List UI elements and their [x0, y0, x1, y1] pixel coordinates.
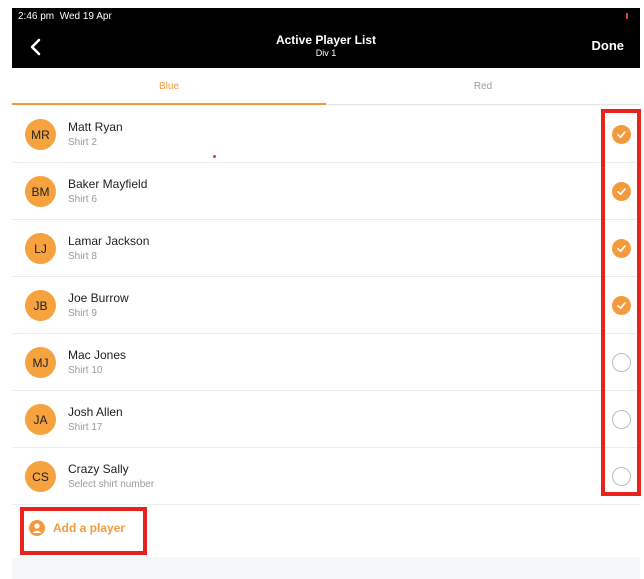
player-list: MR Matt Ryan Shirt 2 BM Baker Mayfield Shirt …: [12, 106, 640, 505]
page-subtitle: Div 1: [315, 48, 337, 58]
avatar: BM: [25, 176, 56, 207]
player-shirt: Shirt 17: [68, 422, 103, 433]
tab-red[interactable]: Red: [326, 68, 640, 104]
player-row[interactable]: JA Josh Allen Shirt 17: [12, 391, 640, 448]
player-name: Mac Jones: [68, 348, 127, 362]
avatar: MR: [25, 119, 56, 150]
red-dot-marker: [213, 155, 216, 158]
player-name: Lamar Jackson: [68, 234, 150, 248]
player-shirt: Shirt 10: [68, 365, 103, 376]
player-shirt: Shirt 2: [68, 137, 97, 148]
player-row[interactable]: MR Matt Ryan Shirt 2: [12, 106, 640, 163]
team-tabs: Blue Red: [12, 68, 640, 105]
nav-title-group: Active Player List Div 1: [12, 33, 640, 58]
avatar: LJ: [25, 233, 56, 264]
player-shirt: Select shirt number: [68, 479, 155, 490]
status-time: 2:46 pm: [18, 11, 55, 22]
player-name: Matt Ryan: [68, 120, 123, 134]
player-name: Baker Mayfield: [68, 177, 148, 191]
done-button[interactable]: Done: [592, 38, 625, 53]
navigation-bar: Active Player List Div 1 Done: [12, 26, 640, 68]
player-name: Josh Allen: [68, 405, 123, 419]
status-bar: 2:46 pm Wed 19 Apr: [12, 8, 640, 26]
player-name: Joe Burrow: [68, 291, 129, 305]
player-row[interactable]: CS Crazy Sally Select shirt number: [12, 448, 640, 505]
checkbox-column-highlight: [601, 109, 641, 496]
player-shirt: Shirt 8: [68, 251, 97, 262]
add-player-highlight: [20, 507, 147, 555]
player-row[interactable]: BM Baker Mayfield Shirt 6: [12, 163, 640, 220]
player-row[interactable]: LJ Lamar Jackson Shirt 8: [12, 220, 640, 277]
avatar: MJ: [25, 347, 56, 378]
player-shirt: Shirt 6: [68, 194, 97, 205]
tab-blue[interactable]: Blue: [12, 68, 326, 105]
player-row[interactable]: MJ Mac Jones Shirt 10: [12, 334, 640, 391]
app-screen: 2:46 pm Wed 19 Apr Active Player List Di…: [12, 8, 640, 579]
status-date: Wed 19 Apr: [59, 11, 112, 22]
player-shirt: Shirt 9: [68, 308, 97, 319]
recording-indicator: [626, 13, 628, 19]
avatar: CS: [25, 461, 56, 492]
player-row[interactable]: JB Joe Burrow Shirt 9: [12, 277, 640, 334]
player-name: Crazy Sally: [68, 462, 129, 476]
avatar: JB: [25, 290, 56, 321]
page-title: Active Player List: [275, 33, 377, 47]
avatar: JA: [25, 404, 56, 435]
